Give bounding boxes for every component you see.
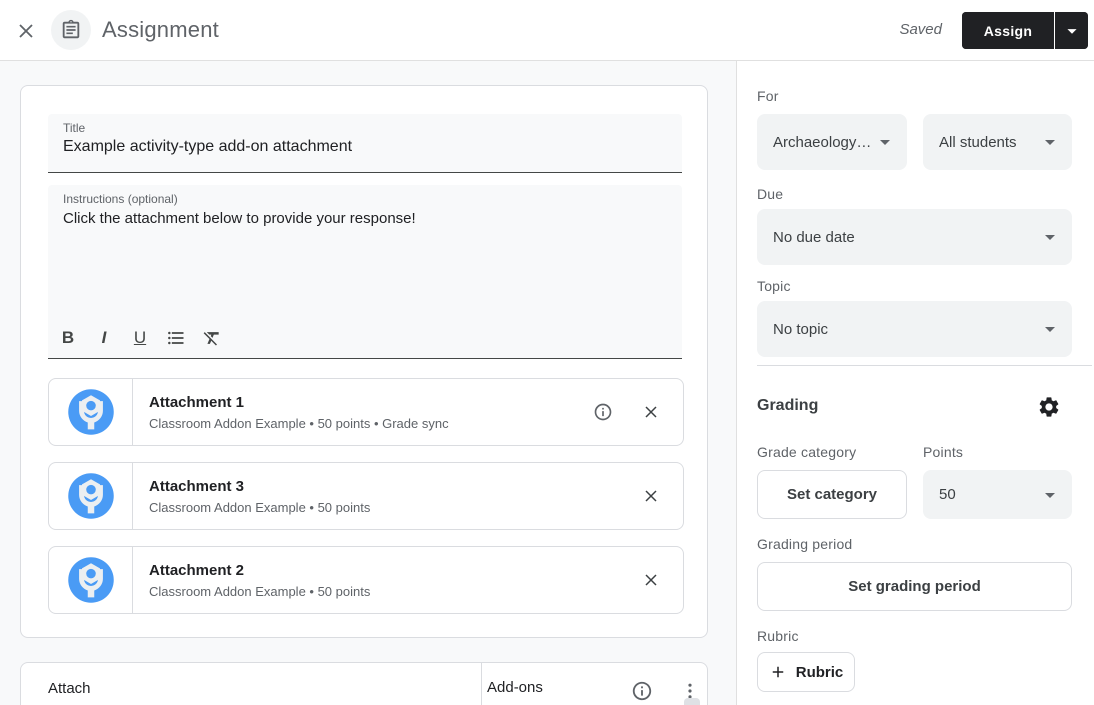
arrow-drop-down-icon [1038, 483, 1062, 507]
attachment-remove-button[interactable] [631, 392, 671, 432]
grade-category-label: Grade category [757, 444, 857, 460]
grading-heading: Grading [757, 397, 819, 414]
title-field-value[interactable]: Example activity-type add-on attachment [63, 138, 352, 156]
header: Assignment Saved Assign [0, 0, 1094, 61]
bold-button[interactable]: B [50, 320, 86, 356]
bulleted-list-button[interactable] [158, 320, 194, 356]
attachment-actions [583, 392, 683, 432]
info-icon [631, 680, 653, 702]
points-value: 50 [939, 486, 956, 503]
topic-select[interactable]: No topic [757, 301, 1072, 357]
attachment-text: Attachment 1 Classroom Addon Example • 5… [133, 394, 583, 431]
attachment-row[interactable]: Attachment 3 Classroom Addon Example • 5… [48, 462, 684, 530]
underline-button[interactable]: U [122, 320, 158, 356]
attachment-subtitle: Classroom Addon Example • 50 points [149, 583, 371, 599]
attach-label: Attach [48, 680, 91, 697]
attachment-logo-cell [49, 379, 133, 445]
attachment-actions [631, 476, 683, 516]
add-rubric-button[interactable]: Rubric [757, 652, 855, 692]
assignment-clipboard-icon [60, 19, 82, 41]
set-category-button[interactable]: Set category [757, 470, 907, 519]
close-button[interactable] [12, 17, 40, 45]
title-field-label: Title [63, 121, 86, 135]
students-select[interactable]: All students [923, 114, 1072, 170]
assignment-form-card: Title Example activity-type add-on attac… [20, 85, 708, 638]
attachment-info-button[interactable] [583, 392, 623, 432]
attachment-logo-cell [49, 463, 133, 529]
plus-icon [769, 663, 787, 681]
attachment-title: Attachment 2 [149, 561, 245, 579]
arrow-drop-down-icon [1038, 317, 1062, 341]
title-field[interactable]: Title Example activity-type add-on attac… [48, 114, 682, 173]
assign-button[interactable]: Assign [962, 12, 1054, 49]
instructions-field-value[interactable]: Click the attachment below to provide yo… [63, 210, 416, 227]
italic-button[interactable]: I [86, 320, 122, 356]
formatting-toolbar: B I U [50, 320, 230, 356]
clear-formatting-icon [202, 328, 222, 348]
addons-label[interactable]: Add-ons [487, 679, 543, 696]
saved-status: Saved [899, 21, 942, 38]
instructions-field[interactable]: Instructions (optional) Click the attach… [48, 185, 682, 359]
instructions-field-label: Instructions (optional) [63, 192, 178, 206]
attachment-title: Attachment 1 [149, 393, 245, 411]
attach-bar-card: Attach Add-ons [20, 662, 708, 705]
attachment-row[interactable]: Attachment 1 Classroom Addon Example • 5… [48, 378, 684, 446]
attachment-actions [631, 560, 683, 600]
sidebar-divider [757, 365, 1092, 366]
attachment-title: Attachment 3 [149, 477, 245, 495]
rubric-label: Rubric [757, 628, 799, 644]
arrow-drop-down-icon [1061, 20, 1083, 42]
assign-dropdown-button[interactable] [1054, 12, 1088, 49]
attachment-text: Attachment 3 Classroom Addon Example • 5… [133, 478, 631, 515]
attachment-row[interactable]: Attachment 2 Classroom Addon Example • 5… [48, 546, 684, 614]
arrow-drop-down-icon [873, 130, 897, 154]
clear-formatting-button[interactable] [194, 320, 230, 356]
attachment-remove-button[interactable] [631, 560, 671, 600]
assign-split-button: Assign [962, 12, 1088, 49]
due-label: Due [757, 186, 784, 202]
topic-value: No topic [773, 320, 829, 338]
assignment-type-avatar [51, 10, 91, 50]
points-label: Points [923, 444, 964, 460]
addons-info-button[interactable] [622, 671, 662, 705]
attach-bar-divider [481, 663, 482, 705]
due-date-value: No due date [773, 228, 855, 246]
close-icon [14, 19, 38, 43]
attachment-logo-cell [49, 547, 133, 613]
scrollbar-thumb[interactable] [684, 698, 700, 705]
arrow-drop-down-icon [1038, 130, 1062, 154]
due-date-select[interactable]: No due date [757, 209, 1072, 265]
attachment-remove-button[interactable] [631, 476, 671, 516]
addon-logo-icon [65, 386, 117, 438]
addon-logo-icon [65, 554, 117, 606]
grading-settings-button[interactable] [1033, 391, 1065, 423]
class-select-value: Archaeology … [773, 133, 873, 151]
arrow-drop-down-icon [1038, 225, 1062, 249]
attachment-text: Attachment 2 Classroom Addon Example • 5… [133, 562, 631, 599]
students-select-value: All students [939, 133, 1017, 151]
close-icon [641, 486, 661, 506]
close-icon [641, 402, 661, 422]
close-icon [641, 570, 661, 590]
bulleted-list-icon [166, 328, 186, 348]
for-label: For [757, 88, 779, 104]
topic-label: Topic [757, 278, 791, 294]
set-grading-period-button[interactable]: Set grading period [757, 562, 1072, 611]
points-select[interactable]: 50 [923, 470, 1072, 519]
attachment-subtitle: Classroom Addon Example • 50 points • Gr… [149, 415, 449, 431]
gear-icon [1037, 395, 1061, 419]
addon-logo-icon [65, 470, 117, 522]
add-rubric-button-label: Rubric [795, 663, 844, 681]
class-select[interactable]: Archaeology … [757, 114, 907, 170]
attachment-subtitle: Classroom Addon Example • 50 points [149, 499, 371, 515]
page-title: Assignment [102, 17, 219, 42]
grading-period-label: Grading period [757, 536, 853, 552]
info-icon [593, 402, 613, 422]
